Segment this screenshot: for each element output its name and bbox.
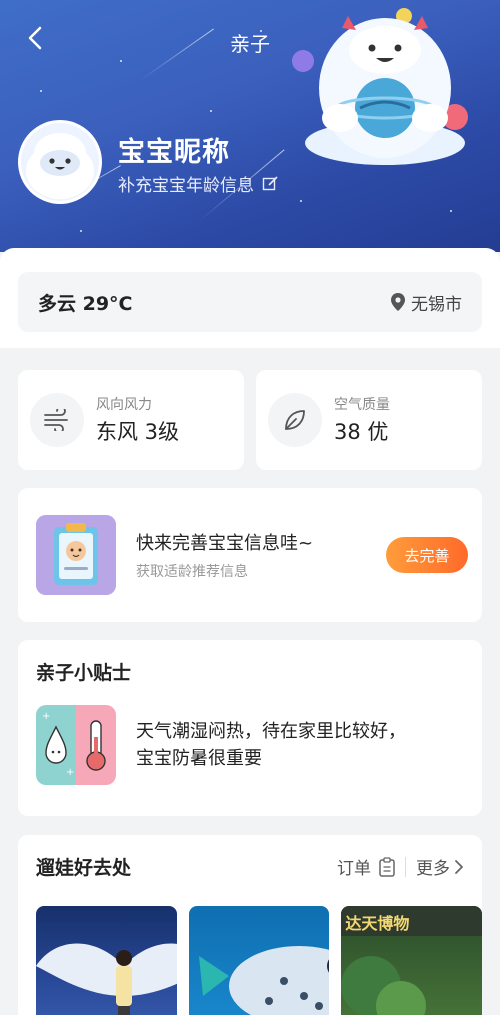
actions-divider [405,856,406,877]
droplet-thermometer-icon: + + [36,705,116,785]
location-selector[interactable]: 无锡市 [391,290,462,315]
chevron-right-icon [455,859,463,874]
complete-info-button[interactable]: 去完善 [386,537,468,573]
yeti-avatar-icon [21,123,99,201]
angel-wings-photo [36,943,177,1015]
leaf-icon [285,410,305,430]
svg-text:+: + [42,711,50,722]
weather-bar: 多云 29°C 无锡市 [18,272,482,332]
location-name: 无锡市 [411,294,462,315]
baby-avatar[interactable] [18,120,102,204]
baby-clipboard-illustration [36,515,116,595]
header-banner: 亲子 宝宝昵称 补充宝宝年龄信息 [0,0,500,252]
orders-label: 订单 [337,859,371,879]
baby-nickname: 宝宝昵称 [118,137,230,168]
weather-summary: 多云 29°C [38,292,133,315]
wind-value: 东风 3级 [96,420,180,444]
supplement-age-link[interactable]: 补充宝宝年龄信息 [118,171,278,196]
places-title: 遛娃好去处 [36,857,132,879]
wind-card: 风向风力 东风 3级 [18,370,244,470]
complete-info-card: 快来完善宝宝信息哇~ 获取适龄推荐信息 去完善 [18,488,482,622]
supplement-age-label: 补充宝宝年龄信息 [118,176,254,196]
humidity-thermometer-illustration: + + [36,705,116,785]
orders-link[interactable]: 订单 [337,854,395,879]
location-pin-icon [391,293,405,311]
parenting-tips-card: 亲子小贴士 + + 天气潮湿闷热，待在家里比较好， 宝宝防暑很重要 [18,640,482,816]
air-quality-label: 空气质量 [334,397,390,413]
more-label: 更多 [416,859,450,879]
place-thumbnail-aquarium[interactable] [188,906,330,1015]
wind-label: 风向风力 [96,397,152,413]
wind-icon-circle [30,393,84,447]
edit-icon [262,175,278,190]
museum-sign-text: 达天博物 [345,914,410,933]
place-thumbnail-angel-wings[interactable] [36,906,177,1015]
kid-friendly-places-card: 遛娃好去处 订单 更多 达天博物 [18,835,483,1015]
tips-title: 亲子小贴士 [36,662,132,684]
pufferfish-photo [198,946,330,1015]
place-thumbnail-museum[interactable]: 达天博物 [341,906,483,1015]
more-link[interactable]: 更多 [416,854,464,879]
leaf-icon-circle [268,393,322,447]
clipboard-baby-icon [36,515,116,595]
tips-text-line2: 宝宝防暑很重要 [136,748,262,769]
yeti-mascot-illustration [305,16,465,165]
air-quality-value: 38 优 [334,420,389,444]
air-quality-card: 空气质量 38 优 [256,370,482,470]
tips-text-line1: 天气潮湿闷热，待在家里比较好， [136,721,406,742]
promo-subtitle: 获取适龄推荐信息 [136,564,248,580]
promo-title: 快来完善宝宝信息哇~ [136,533,314,554]
wind-icon [44,409,68,431]
svg-text:+: + [66,767,74,778]
clipboard-icon [379,856,395,877]
